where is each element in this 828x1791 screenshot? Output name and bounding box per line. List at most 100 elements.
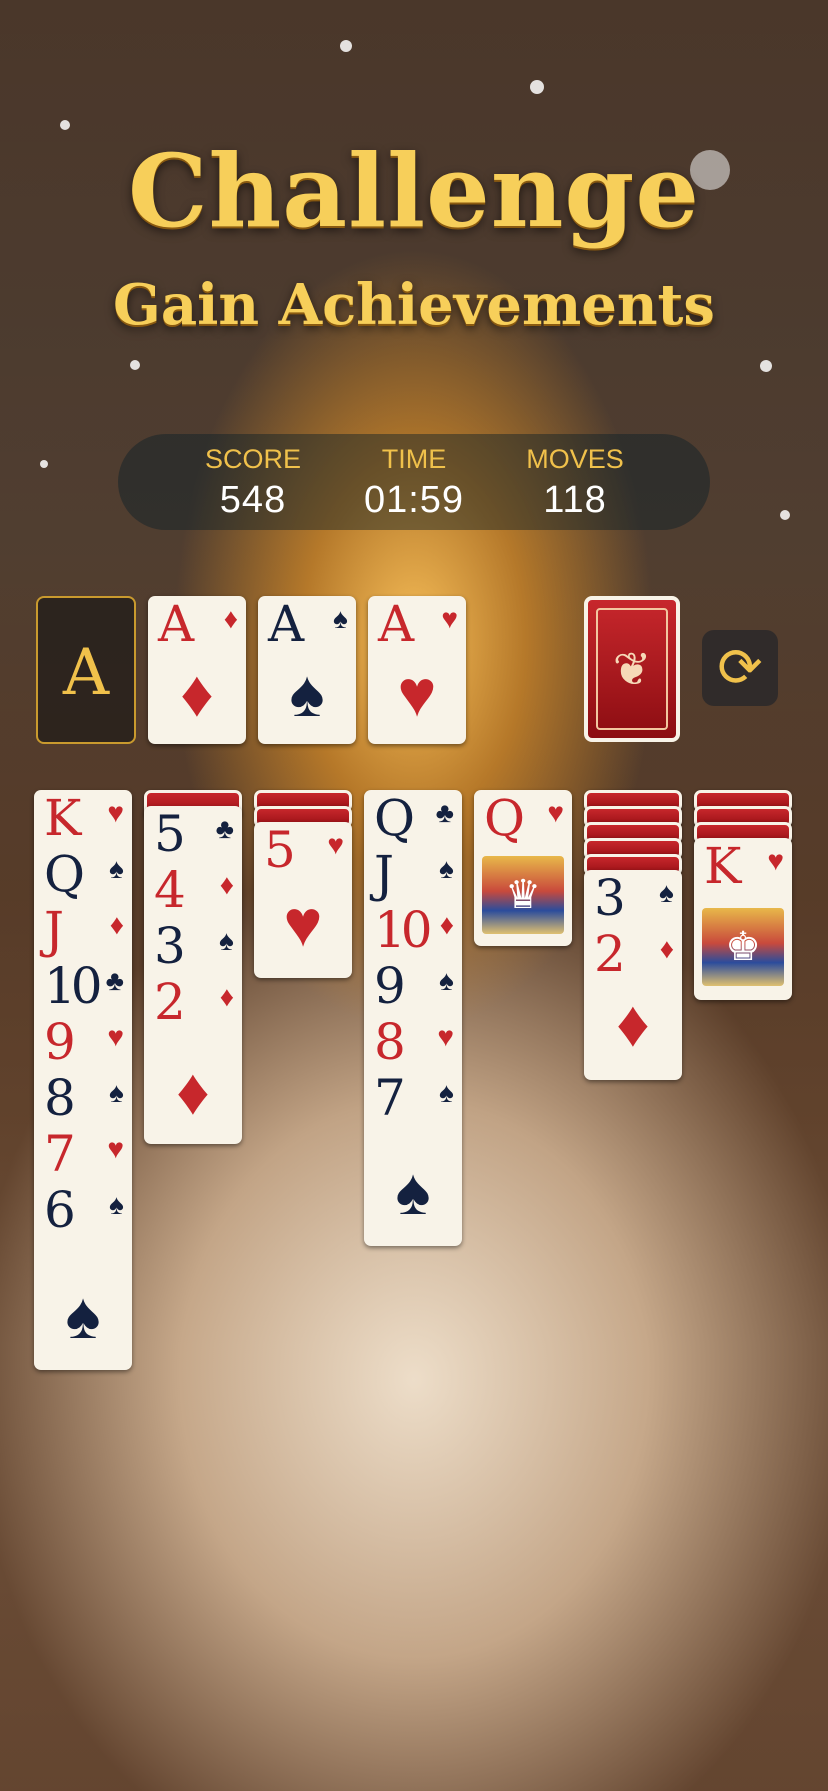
heart-icon: ♥: [283, 886, 323, 960]
heart-icon: ♥: [107, 1133, 124, 1164]
diamond-icon: ♦: [219, 869, 234, 900]
spade-icon: ♠: [109, 1077, 124, 1108]
table-row[interactable]: 5 ♥: [254, 822, 352, 878]
snowflake: [340, 40, 352, 52]
card-rank: 10: [44, 957, 103, 1015]
table-row[interactable]: 7 ♥: [34, 1126, 132, 1182]
table-row[interactable]: 3 ♠: [584, 870, 682, 926]
table-row[interactable]: J ♦: [34, 902, 132, 958]
spade-icon: ♠: [333, 603, 348, 634]
table-row[interactable]: J ♠: [364, 846, 462, 902]
card-rank: A: [268, 596, 305, 653]
table-row[interactable]: 2 ♦: [144, 974, 242, 1030]
table-row[interactable]: 6 ♠: [34, 1182, 132, 1238]
card-rank: 2: [154, 973, 186, 1031]
heart-icon: ♥: [767, 845, 784, 876]
table-row[interactable]: K ♥: [694, 838, 792, 894]
table-row[interactable]: Q ♣: [364, 790, 462, 846]
foundation-card-diamonds[interactable]: A ♦ ♦: [148, 596, 246, 744]
time-display: TIME 01:59: [329, 444, 499, 522]
diamond-icon: ♦: [180, 656, 214, 730]
tableau-column-7[interactable]: K ♥ ♚: [694, 838, 792, 1000]
heart-icon: ♥: [107, 1021, 124, 1052]
snowflake: [130, 360, 140, 370]
score-value: 548: [219, 479, 287, 521]
diamond-icon: ♦: [109, 909, 124, 940]
table-row[interactable]: Q ♠: [34, 846, 132, 902]
foundation-slot-empty[interactable]: A: [36, 596, 136, 744]
heart-icon: ♥: [397, 656, 437, 730]
snowflake: [530, 80, 544, 94]
queen-portrait-icon: ♛: [482, 856, 564, 934]
card-rank: 10: [374, 901, 433, 959]
spade-icon: ♠: [65, 1278, 101, 1352]
card-rank: 7: [374, 1069, 406, 1127]
table-row[interactable]: 7 ♠: [364, 1070, 462, 1126]
card-rank: Q: [374, 790, 415, 847]
card-rank: A: [158, 596, 195, 653]
card-rank: A: [378, 596, 415, 653]
heart-icon: ♥: [107, 797, 124, 828]
card-rank: 4: [154, 861, 186, 919]
moves-display: MOVES 118: [490, 444, 660, 522]
tableau-column-6[interactable]: 3 ♠ 2 ♦ ♦: [584, 870, 682, 1080]
king-portrait-icon: ♚: [702, 908, 784, 986]
table-row[interactable]: 2 ♦: [584, 926, 682, 982]
table-row[interactable]: K ♥: [34, 790, 132, 846]
score-label: SCORE: [204, 444, 302, 474]
foundation-card-hearts[interactable]: A ♥ ♥: [368, 596, 466, 744]
refresh-icon[interactable]: ⟳: [702, 630, 778, 706]
heart-icon: ♥: [547, 797, 564, 828]
tableau-column-4[interactable]: Q ♣ J ♠ 10 ♦ 9 ♠ 8 ♥ 7 ♠ ♠: [364, 790, 462, 1246]
stock-pile[interactable]: ❦: [584, 596, 680, 742]
card-rank: K: [704, 838, 742, 895]
card-rank: 8: [44, 1069, 76, 1127]
table-row[interactable]: 10 ♦: [364, 902, 462, 958]
moves-label: MOVES: [526, 444, 624, 474]
snowflake: [60, 120, 70, 130]
table-row[interactable]: 10 ♣: [34, 958, 132, 1014]
card-rank: 9: [44, 1013, 76, 1071]
table-row[interactable]: 8 ♥: [364, 1014, 462, 1070]
card-rank: Q: [44, 845, 85, 903]
card-rank: K: [44, 790, 82, 847]
table-row[interactable]: 3 ♠: [144, 918, 242, 974]
card-rank: 6: [44, 1181, 76, 1239]
tableau-column-3[interactable]: 5 ♥ ♥: [254, 822, 352, 978]
spade-icon: ♠: [659, 877, 674, 908]
card-rank: 8: [374, 1013, 406, 1071]
table-row[interactable]: Q ♥: [474, 790, 572, 846]
moves-value: 118: [543, 479, 607, 521]
snowflake: [780, 510, 790, 520]
table-row[interactable]: 9 ♠: [364, 958, 462, 1014]
card-rank: Q: [484, 790, 525, 847]
foundation-slot-label: A: [62, 636, 110, 710]
card-rank: 5: [154, 806, 186, 863]
spade-icon: ♠: [439, 853, 454, 884]
score-bar: SCORE 548 TIME 01:59 MOVES 118: [118, 434, 710, 530]
heart-icon: ♥: [441, 603, 458, 634]
table-row[interactable]: 4 ♦: [144, 862, 242, 918]
diamond-icon: ♦: [219, 981, 234, 1012]
tableau-column-1[interactable]: K ♥ Q ♠ J ♦ 10 ♣ 9 ♥ 8 ♠ 7 ♥ 6 ♠ ♠: [34, 790, 132, 1370]
tableau-column-2[interactable]: 5 ♣ 4 ♦ 3 ♠ 2 ♦ ♦: [144, 806, 242, 1144]
card-rank: J: [374, 845, 395, 903]
tableau-column-5[interactable]: Q ♥ ♛: [474, 790, 572, 946]
diamond-icon: ♦: [223, 603, 238, 634]
foundation-card-spades[interactable]: A ♠ ♠: [258, 596, 356, 744]
diamond-icon: ♦: [659, 933, 674, 964]
club-icon: ♣: [435, 797, 454, 828]
club-icon: ♣: [105, 965, 124, 996]
table-row[interactable]: 5 ♣: [144, 806, 242, 862]
spade-icon: ♠: [219, 925, 234, 956]
table-row[interactable]: 9 ♥: [34, 1014, 132, 1070]
table-row[interactable]: 8 ♠: [34, 1070, 132, 1126]
diamond-icon: ♦: [439, 909, 454, 940]
time-label: TIME: [381, 444, 447, 474]
deck-back-ornament-icon: ❦: [596, 608, 668, 730]
card-rank: 9: [374, 957, 406, 1015]
card-rank: 2: [594, 925, 626, 983]
card-rank: 3: [594, 870, 626, 927]
heart-icon: ♥: [437, 1021, 454, 1052]
spade-icon: ♠: [109, 1189, 124, 1220]
